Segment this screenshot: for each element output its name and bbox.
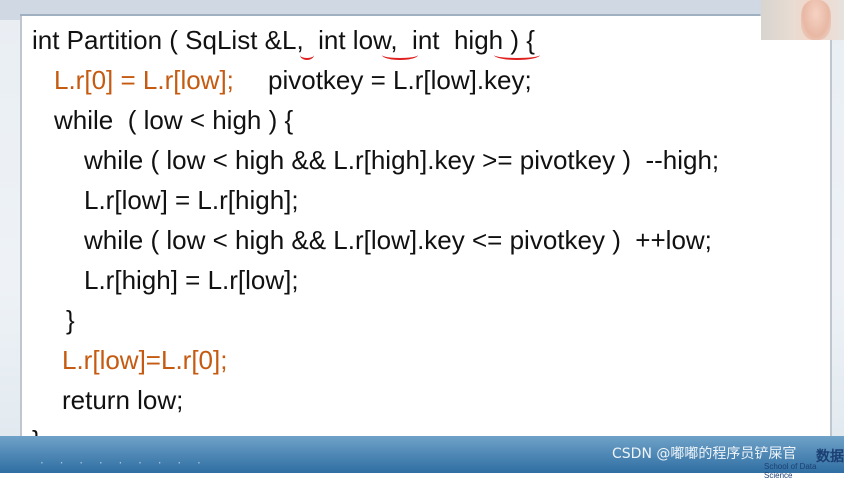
code-line-assign-high: L.r[high] = L.r[low]; (84, 265, 299, 295)
code-line-inner-while-low: while ( low < high && L.r[low].key <= pi… (84, 225, 712, 255)
annotation-underline-high (494, 50, 540, 60)
code-line-save-pivot: L.r[0] = L.r[low]; (54, 65, 234, 95)
code-line-inner-while-high: while ( low < high && L.r[high].key >= p… (84, 145, 720, 175)
code-line-assign-low: L.r[low] = L.r[high]; (84, 185, 299, 215)
code-line-return: return low; (62, 385, 184, 415)
annotation-underline-L (300, 50, 314, 60)
webcam-thumbnail (761, 0, 844, 40)
panel-top-border (20, 14, 760, 16)
code-line-function-signature: int Partition ( SqList &L, int low, int … (32, 25, 535, 55)
code-line-restore-pivot: L.r[low]=L.r[0]; (62, 345, 228, 375)
csdn-watermark: CSDN @嘟嘟的程序员铲屎官 (612, 446, 797, 462)
school-logo-subtitle: School of Data Science (764, 462, 817, 480)
code-line-pivotkey: pivotkey = L.r[low].key; (268, 65, 532, 95)
banner-decoration: · · · · · · · · · (40, 456, 207, 470)
code-line-outer-while: while ( low < high ) { (54, 105, 294, 135)
annotation-underline-low (382, 50, 418, 60)
presenter-face (801, 0, 831, 40)
code-line-close-while: } (66, 305, 75, 335)
